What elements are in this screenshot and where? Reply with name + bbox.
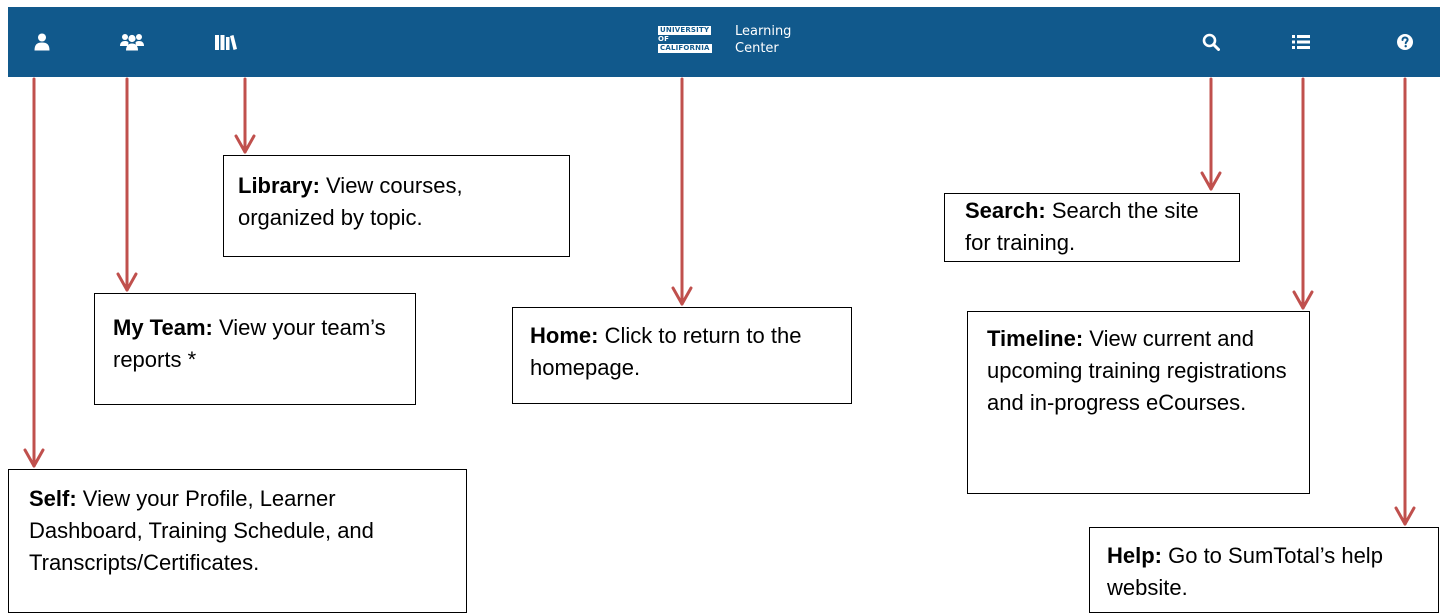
self-arrow <box>23 77 45 468</box>
library-arrow <box>234 77 256 154</box>
self-callout: Self: View your Profile, Learner Dashboa… <box>8 469 467 613</box>
search-callout: Search: Search the site for training. <box>944 193 1240 262</box>
help-arrow <box>1394 77 1416 526</box>
search-arrow <box>1200 77 1222 191</box>
timeline-callout: Timeline: View current and upcoming trai… <box>967 311 1310 494</box>
my-team-arrow <box>116 77 138 292</box>
library-callout: Library: View courses, organized by topi… <box>223 155 570 257</box>
home-callout: Home: Click to return to the homepage. <box>512 307 852 404</box>
my-team-callout: My Team: View your team’s reports * <box>94 293 416 405</box>
timeline-arrow <box>1292 77 1314 310</box>
help-callout: Help: Go to SumTotal’s help website. <box>1089 527 1439 613</box>
home-arrow <box>671 77 693 306</box>
